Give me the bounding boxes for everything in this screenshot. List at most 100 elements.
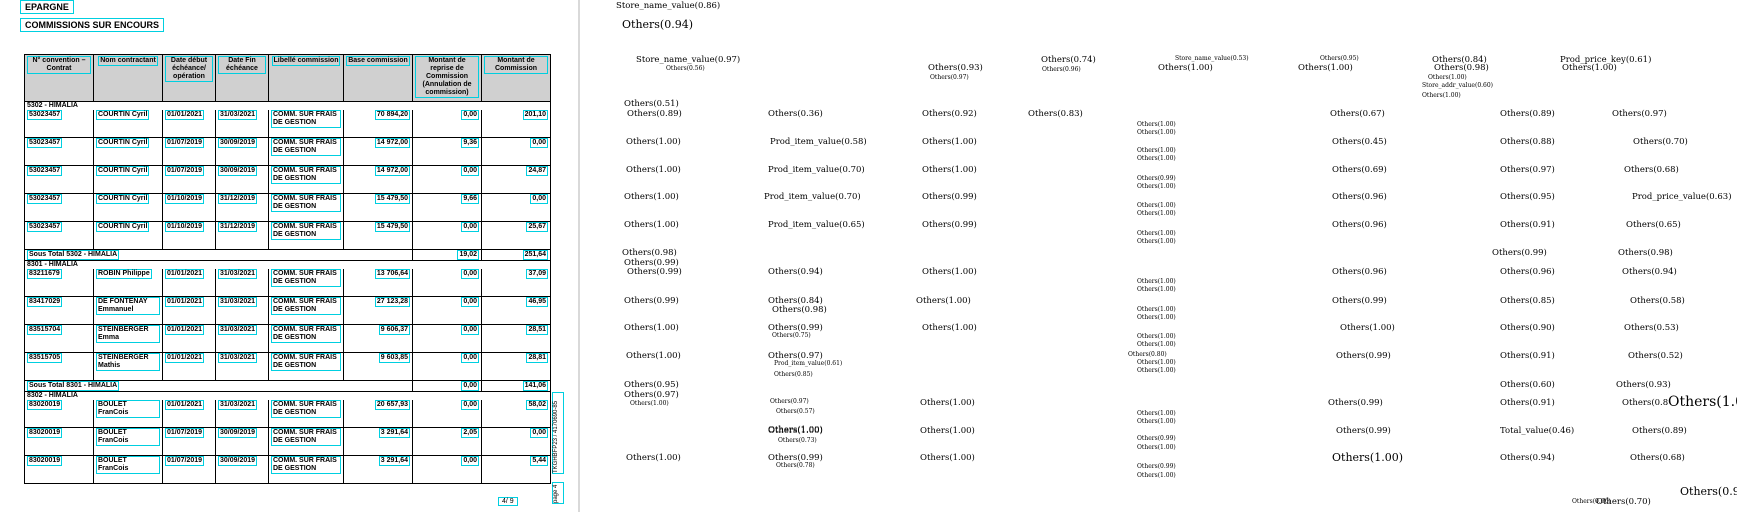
prediction-label: Others(0.68): [1630, 453, 1685, 463]
prediction-label: Prod_item_value(0.58): [770, 137, 867, 147]
document-subtitle: COMMISSIONS SUR ENCOURS: [20, 18, 165, 32]
table-cell: 0,00: [481, 427, 551, 456]
prediction-label: Others(0.56): [666, 65, 705, 72]
table-row: 53023457 COURTIN Cyril 01/07/2019 30/09/201…: [24, 137, 551, 166]
table-cell: COMM. SUR FRAIS DE GESTION: [268, 400, 344, 428]
prediction-label: Others(1.00): [920, 426, 975, 436]
table-cell: 15 479,50: [343, 221, 413, 250]
prediction-label: Others(1.00): [922, 137, 977, 147]
table-cell: 30/09/2019: [215, 455, 269, 484]
table-cell: BOULET FranCois: [93, 427, 163, 456]
prediction-label: Others(0.96): [1332, 220, 1387, 230]
table-cell: COMM. SUR FRAIS DE GESTION: [268, 352, 344, 381]
group-header-row: 8302 - HIMALIA: [24, 391, 551, 400]
table-cell: COURTIN Cyril: [93, 137, 163, 166]
prediction-label: Others(0.99): [624, 296, 679, 306]
prediction-label: Others(0.97): [930, 74, 969, 81]
prediction-label: Others(1.00): [1137, 121, 1176, 128]
cell-value: STEINBERGER Mathis: [96, 353, 160, 371]
cell-value: 3 291,64: [378, 456, 410, 466]
cell-value: 53023457: [27, 194, 63, 204]
prediction-label: Prod_price_value(0.63): [1632, 192, 1732, 202]
prediction-label: Others(0.90): [1500, 323, 1555, 333]
table-cell: COURTIN Cyril: [93, 221, 163, 250]
table-cell: COMM. SUR FRAIS DE GESTION: [268, 165, 344, 194]
prediction-label: Others(0.99): [1332, 296, 1387, 306]
table-cell: STEINBERGER Mathis: [93, 352, 163, 381]
prediction-label: Others(1.00): [1422, 92, 1461, 99]
table-cell: 9,36: [412, 137, 482, 166]
table-cell: 53023457: [24, 165, 94, 194]
table-cell: STEINBERGER Emma: [93, 324, 163, 353]
prediction-label: Others(0.96): [1500, 267, 1555, 277]
cell-value: STEINBERGER Emma: [96, 325, 160, 343]
table-cell: 9 603,85: [343, 352, 413, 381]
prediction-label: Others(1.00): [1137, 183, 1176, 190]
prediction-label: Others(1.00): [1137, 410, 1176, 417]
cell-value: 83515704: [27, 325, 63, 335]
cell-value: 31/03/2021: [218, 297, 258, 307]
prediction-label: Store_addr_value(0.60): [1422, 82, 1494, 89]
prediction-label: Prod_item_value(0.70): [768, 165, 865, 175]
prediction-label: Others(0.45): [1332, 137, 1387, 147]
cell-value: 201,10: [522, 110, 548, 120]
prediction-label: Others(0.67): [1330, 109, 1385, 119]
cell-value: 83020019: [27, 456, 63, 466]
prediction-label: Others(0.99): [1336, 426, 1391, 436]
table-cell: 31/03/2021: [215, 296, 269, 325]
side-code: TKGHBFP23 / 4170690-85: [552, 392, 564, 474]
cell-value: BOULET FranCois: [96, 428, 160, 446]
subtotal-commission: 141,06: [481, 380, 551, 392]
prediction-label: Others(0.85): [1500, 296, 1555, 306]
col-header: Montant de Commission: [481, 54, 551, 102]
cell-value: COMM. SUR FRAIS DE GESTION: [271, 428, 341, 446]
cell-value: COMM. SUR FRAIS DE GESTION: [271, 222, 341, 240]
cell-value: COURTIN Cyril: [96, 138, 150, 148]
prediction-label: Others(0.97): [624, 390, 679, 400]
prediction-label: Others(1.00): [1137, 367, 1176, 374]
table-row: 53023457 COURTIN Cyril 01/10/2019 31/12/201…: [24, 221, 551, 250]
subtotal-row: Sous Total 8301 - HIMALIA 0,00 141,06: [24, 380, 551, 392]
prediction-label: Others(0.99): [922, 192, 977, 202]
commission-table: N° convention – Contrat Nom contractant …: [24, 54, 551, 484]
cell-value: 01/07/2019: [165, 456, 205, 466]
table-cell: 46,95: [481, 296, 551, 325]
prediction-label: Others(0.70): [1633, 137, 1688, 147]
table-cell: 0,00: [412, 221, 482, 250]
cell-value: 0,00: [530, 194, 548, 204]
table-row: 83020019 BOULET FranCois 01/07/2019 30/09/2…: [24, 455, 551, 484]
cell-value: 01/07/2019: [165, 166, 205, 176]
cell-value: 58,02: [526, 400, 548, 410]
cell-value: 30/09/2019: [218, 138, 258, 148]
table-cell: 0,00: [481, 137, 551, 166]
table-cell: 5,44: [481, 455, 551, 484]
document-title: EPARGNE: [20, 0, 74, 14]
table-cell: BOULET FranCois: [93, 400, 163, 428]
table-cell: 0,00: [412, 165, 482, 194]
prediction-label: Others(0.69): [1332, 165, 1387, 175]
table-cell: COURTIN Cyril: [93, 165, 163, 194]
col-header: Libellé commission: [268, 54, 344, 102]
table-cell: 13 706,64: [343, 269, 413, 297]
prediction-label: Others(1.00): [1562, 63, 1617, 73]
table-cell: 9 606,37: [343, 324, 413, 353]
cell-value: 2,05: [461, 428, 479, 438]
prediction-label: Others(0.98): [772, 305, 827, 315]
table-cell: 83515705: [24, 352, 94, 381]
table-cell: 30/09/2019: [215, 165, 269, 194]
table-cell: 30/09/2019: [215, 427, 269, 456]
prediction-label: Total_value(0.46): [1500, 426, 1575, 436]
prediction-label: Others(1.00): [1137, 359, 1176, 366]
cell-value: 01/01/2021: [165, 269, 205, 279]
prediction-label: Others(0.94): [1500, 453, 1555, 463]
prediction-label: Others(1.00): [1298, 63, 1353, 73]
prediction-label: Others(0.89): [627, 109, 682, 119]
prediction-label: Others(1.00): [1137, 333, 1176, 340]
cell-value: COMM. SUR FRAIS DE GESTION: [271, 194, 341, 212]
prediction-label: Others(0.96): [1332, 192, 1387, 202]
table-cell: 31/03/2021: [215, 324, 269, 353]
prediction-label: Others(0.70): [1596, 497, 1651, 507]
table-cell: 24,87: [481, 165, 551, 194]
prediction-label: Others(0.65): [1626, 220, 1681, 230]
table-cell: COMM. SUR FRAIS DE GESTION: [268, 269, 344, 297]
